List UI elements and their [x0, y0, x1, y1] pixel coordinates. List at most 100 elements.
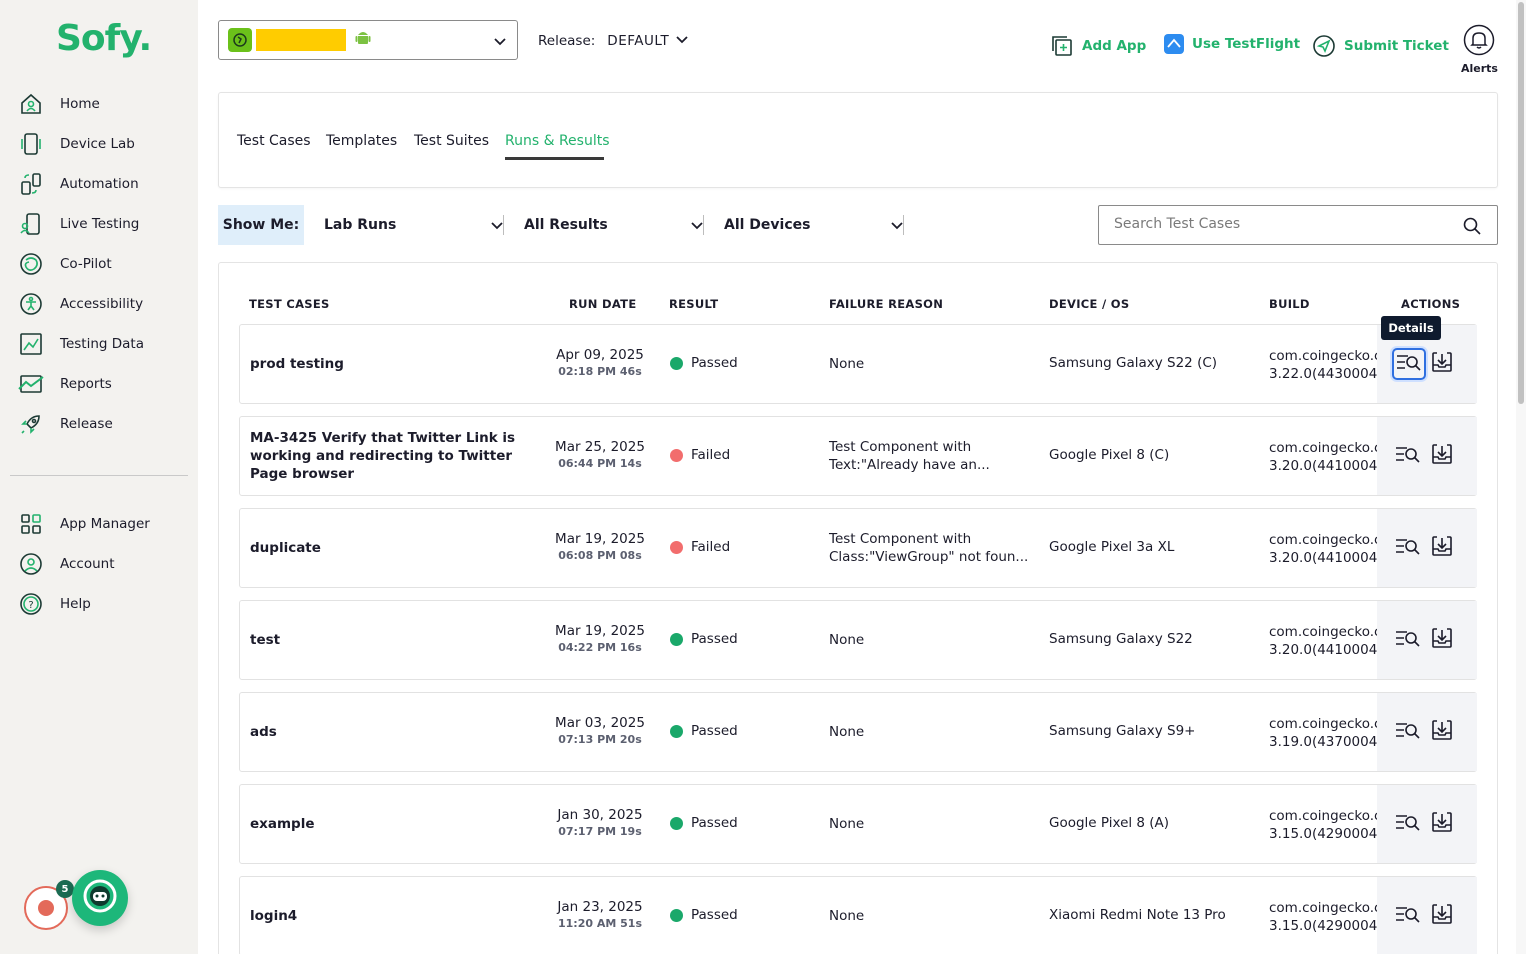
status-dot-icon: [670, 724, 683, 738]
sidebar-item-testing-data[interactable]: Testing Data: [0, 324, 198, 364]
failure-reason: None: [829, 632, 865, 648]
test-case-name[interactable]: login4: [250, 907, 520, 925]
alerts-button[interactable]: Alerts: [1461, 24, 1498, 75]
add-app-button[interactable]: Add App: [1050, 34, 1146, 58]
results-table: TEST CASES RUN DATE RESULT FAILURE REASO…: [218, 262, 1498, 954]
sidebar-item-accessibility[interactable]: Accessibility: [0, 284, 198, 324]
sidebar-item-app-manager[interactable]: App Manager: [0, 504, 198, 544]
device-os: Google Pixel 8 (A): [1049, 815, 1170, 831]
download-button[interactable]: [1429, 351, 1455, 377]
run-date-day: Mar 03, 2025: [555, 715, 645, 731]
results-dropdown[interactable]: All Results: [524, 205, 714, 245]
test-case-name[interactable]: prod testing: [250, 355, 520, 373]
download-button[interactable]: [1429, 719, 1455, 745]
build-package: com.coingecko.c: [1269, 348, 1379, 364]
scrollbar-thumb[interactable]: [1518, 2, 1524, 404]
build-info: com.coingecko.c 3.15.0(4290004): [1269, 807, 1379, 843]
details-button[interactable]: [1395, 811, 1421, 837]
build-info: com.coingecko.c 3.15.0(4290004): [1269, 899, 1379, 935]
build-version: 3.20.0(4410004): [1269, 550, 1379, 566]
details-button[interactable]: [1392, 348, 1426, 380]
testflight-button[interactable]: Use TestFlight: [1164, 34, 1300, 54]
ticket-send-icon: [1312, 34, 1336, 58]
result-label: Passed: [691, 723, 738, 739]
header-test-cases[interactable]: TEST CASES: [249, 297, 330, 311]
device-os: Samsung Galaxy S9+: [1049, 723, 1196, 739]
chat-assistant-button[interactable]: [72, 870, 128, 926]
sidebar-item-automation[interactable]: Automation: [0, 164, 198, 204]
details-button[interactable]: [1395, 535, 1421, 561]
chevron-down-icon: [493, 33, 507, 52]
list-search-icon: [1395, 720, 1421, 744]
build-version: 3.15.0(4290004): [1269, 826, 1379, 842]
test-case-name[interactable]: duplicate: [250, 539, 520, 557]
chevron-down-icon: [890, 218, 904, 236]
search-input[interactable]: [1114, 216, 1444, 232]
sidebar-item-account[interactable]: Account: [0, 544, 198, 584]
table-row[interactable]: MA-3425 Verify that Twitter Link is work…: [239, 416, 1477, 496]
sidebar-item-release[interactable]: Release: [0, 404, 198, 444]
header-result[interactable]: RESULT: [669, 297, 718, 311]
sidebar-item-label: Reports: [60, 376, 112, 392]
sidebar-secondary-nav: App Manager Account ? Help: [0, 504, 198, 624]
header-failure-reason[interactable]: FAILURE REASON: [829, 297, 943, 311]
device-os: Samsung Galaxy S22 (C): [1049, 355, 1218, 371]
details-button[interactable]: [1395, 719, 1421, 745]
details-button[interactable]: [1395, 627, 1421, 653]
test-case-name[interactable]: test: [250, 631, 520, 649]
table-row[interactable]: ads Mar 03, 2025 07:13 PM 20s Passed Non…: [239, 692, 1477, 772]
tab-test-suites[interactable]: Test Suites: [414, 133, 489, 149]
header-device-os[interactable]: DEVICE / OS: [1049, 297, 1129, 311]
sidebar-item-reports[interactable]: Reports: [0, 364, 198, 404]
table-row[interactable]: duplicate Mar 19, 2025 06:08 PM 08s Fail…: [239, 508, 1477, 588]
list-search-icon: [1395, 444, 1421, 468]
table-row[interactable]: example Jan 30, 2025 07:17 PM 19s Passed…: [239, 784, 1477, 864]
test-case-name[interactable]: MA-3425 Verify that Twitter Link is work…: [250, 429, 520, 483]
sidebar-item-live-testing[interactable]: Live Testing: [0, 204, 198, 244]
download-button[interactable]: [1429, 535, 1455, 561]
sidebar-item-help[interactable]: ? Help: [0, 584, 198, 624]
tab-templates[interactable]: Templates: [326, 133, 397, 149]
run-date-day: Jan 23, 2025: [557, 899, 643, 915]
page-scrollbar[interactable]: [1516, 0, 1526, 954]
automation-icon: [18, 171, 44, 197]
details-button[interactable]: [1395, 443, 1421, 469]
run-date-day: Jan 30, 2025: [557, 807, 643, 823]
test-case-name[interactable]: ads: [250, 723, 520, 741]
tab-runs-results[interactable]: Runs & Results: [505, 133, 610, 149]
details-button[interactable]: [1395, 903, 1421, 929]
table-row[interactable]: test Mar 19, 2025 04:22 PM 16s Passed No…: [239, 600, 1477, 680]
sofy-logo[interactable]: Sofy.: [56, 18, 152, 59]
download-icon: [1431, 535, 1453, 561]
test-case-name[interactable]: example: [250, 815, 520, 833]
table-row[interactable]: login4 Jan 23, 2025 11:20 AM 51s Passed …: [239, 876, 1477, 954]
app-selector[interactable]: [218, 20, 518, 60]
run-type-dropdown[interactable]: Lab Runs: [324, 205, 514, 245]
tab-test-cases[interactable]: Test Cases: [237, 133, 311, 149]
table-row[interactable]: prod testing Apr 09, 2025 02:18 PM 46s P…: [239, 324, 1477, 404]
floating-widgets: 5: [22, 868, 132, 938]
row-actions: [1377, 601, 1477, 679]
filter-divider: [503, 215, 504, 235]
header-run-date[interactable]: RUN DATE: [569, 297, 636, 311]
download-button[interactable]: [1429, 903, 1455, 929]
download-button[interactable]: [1429, 443, 1455, 469]
run-date: Mar 25, 2025 06:44 PM 14s: [540, 439, 660, 470]
devices-dropdown[interactable]: All Devices: [724, 205, 914, 245]
record-dot-icon: [38, 900, 54, 916]
release-selector[interactable]: Release: DEFAULT: [538, 32, 689, 50]
list-search-icon: [1395, 536, 1421, 560]
search-icon[interactable]: [1463, 217, 1481, 239]
sidebar-item-home[interactable]: Home: [0, 84, 198, 124]
build-version: 3.22.0(4430004): [1269, 366, 1379, 382]
sidebar-item-label: Automation: [60, 176, 139, 192]
sidebar-item-co-pilot[interactable]: Co-Pilot: [0, 244, 198, 284]
download-button[interactable]: [1429, 627, 1455, 653]
build-version: 3.20.0(4410004): [1269, 642, 1379, 658]
download-button[interactable]: [1429, 811, 1455, 837]
sidebar-item-device-lab[interactable]: Device Lab: [0, 124, 198, 164]
sidebar-item-label: App Manager: [60, 516, 150, 532]
submit-ticket-button[interactable]: Submit Ticket: [1312, 34, 1449, 58]
chatbot-icon: [82, 878, 118, 918]
header-build[interactable]: BUILD: [1269, 297, 1310, 311]
